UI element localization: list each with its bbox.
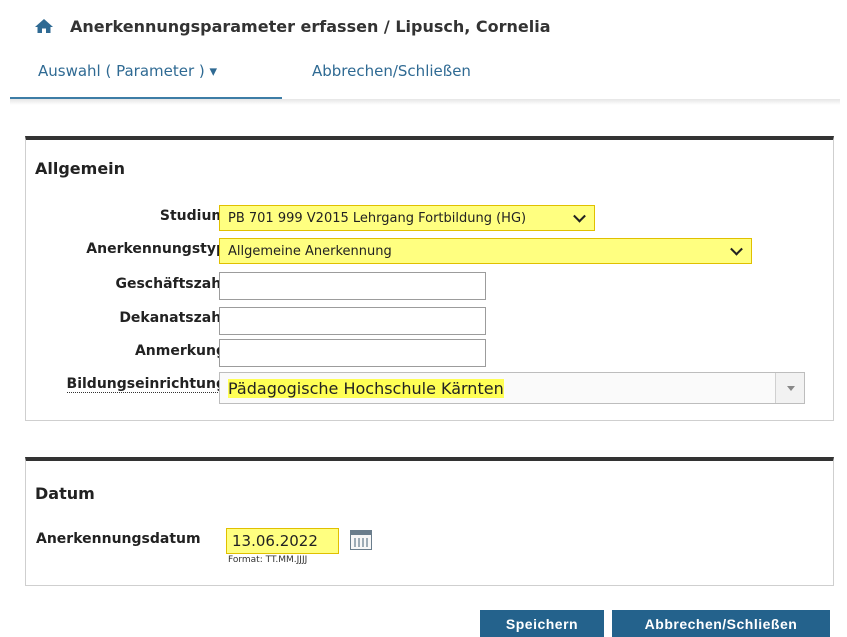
panel-datum: Datum Anerkennungsdatum 13.06.2022 Forma… <box>25 457 834 586</box>
anerkennungstyp-select[interactable]: Allgemeine Anerkennung <box>219 238 752 264</box>
anerkennungsdatum-value: 13.06.2022 <box>232 532 318 550</box>
studium-select[interactable]: PB 701 999 V2015 Lehrgang Fortbildung (H… <box>219 205 595 231</box>
home-icon[interactable] <box>34 18 54 34</box>
tab-bar: Auswahl ( Parameter ) ▾ Abbrechen/Schlie… <box>10 62 820 98</box>
page-title: Anerkennungsparameter erfassen / Lipusch… <box>70 16 551 36</box>
save-button[interactable]: Speichern <box>480 610 604 637</box>
geschaeftszahl-label: Geschäftszahl <box>115 276 226 292</box>
studium-select-value: PB 701 999 V2015 Lehrgang Fortbildung (H… <box>228 210 527 226</box>
geschaeftszahl-input[interactable] <box>219 272 486 300</box>
bildungseinrichtung-label[interactable]: Bildungseinrichtung <box>66 376 226 393</box>
calendar-icon-header <box>351 531 371 535</box>
chevron-down-icon <box>573 209 586 223</box>
anmerkung-label: Anmerkung <box>134 343 226 359</box>
caret-down-icon <box>787 386 795 391</box>
calendar-icon-grid <box>354 538 368 547</box>
anerkennungstyp-label: Anerkennungstyp <box>86 241 226 257</box>
panel-allgemein-title: Allgemein <box>35 159 126 178</box>
anerkennungsdatum-input[interactable]: 13.06.2022 <box>226 528 339 554</box>
panel-datum-title: Datum <box>35 484 95 503</box>
tab-selection-parameter[interactable]: Auswahl ( Parameter ) ▾ <box>38 62 217 80</box>
bildungseinrichtung-combobox-value: Pädagogische Hochschule Kärnten <box>228 378 504 398</box>
tab-bar-shadow <box>10 99 840 105</box>
page-title-bar: Anerkennungsparameter erfassen / Lipusch… <box>34 16 551 36</box>
combobox-dropdown-button[interactable] <box>775 373 804 403</box>
date-format-hint: Format: TT.MM.JJJJ <box>228 555 308 565</box>
cancel-close-button[interactable]: Abbrechen/Schließen <box>612 610 830 637</box>
chevron-down-icon <box>730 242 743 256</box>
anmerkung-input[interactable] <box>219 339 486 367</box>
panel-allgemein: Allgemein Studium PB 701 999 V2015 Lehrg… <box>25 136 834 421</box>
dekanatszahl-label: Dekanatszahl <box>119 310 226 326</box>
dekanatszahl-input[interactable] <box>219 307 486 335</box>
anerkennungsdatum-label: Anerkennungsdatum <box>36 531 201 547</box>
studium-label: Studium <box>159 208 226 224</box>
calendar-icon[interactable] <box>350 530 372 550</box>
anerkennungstyp-select-value: Allgemeine Anerkennung <box>228 243 392 259</box>
tab-cancel-close[interactable]: Abbrechen/Schließen <box>312 62 471 80</box>
bildungseinrichtung-combobox[interactable]: Pädagogische Hochschule Kärnten <box>219 372 805 404</box>
